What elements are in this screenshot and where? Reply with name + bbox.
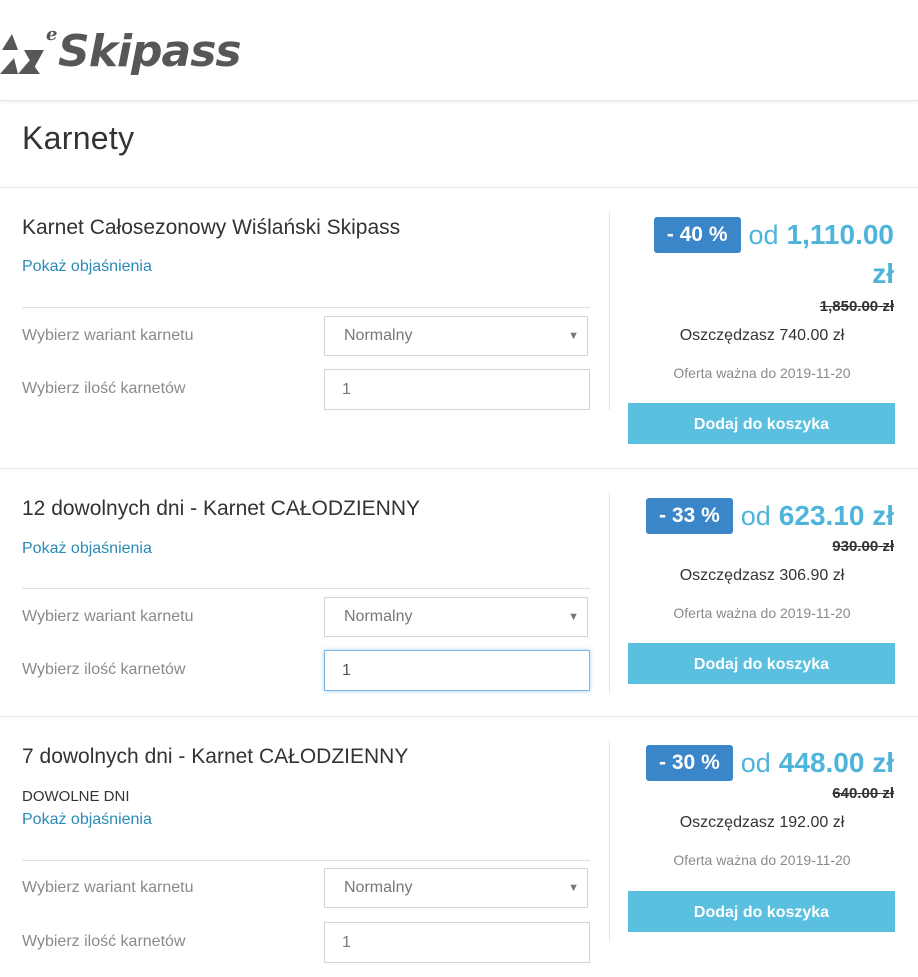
discount-badge: - 40 % <box>653 217 741 253</box>
site-header: e Skipass <box>0 0 918 101</box>
price-row: - 33 % od 623.10 zł <box>646 498 894 534</box>
add-to-cart-button[interactable]: Dodaj do koszyka <box>628 643 895 684</box>
variant-select[interactable]: Normalny ▼ <box>324 316 588 356</box>
add-to-cart-button[interactable]: Dodaj do koszyka <box>628 403 895 444</box>
discount-badge: - 33 % <box>646 498 733 534</box>
divider <box>609 493 610 693</box>
add-to-cart-button[interactable]: Dodaj do koszyka <box>628 891 895 932</box>
show-explanation-link[interactable]: Pokaż objaśnienia <box>22 540 152 558</box>
saving-text: Oszczędzasz 740.00 zł <box>679 327 845 344</box>
offer-valid-text: Oferta ważna do 2019-11-20 <box>673 365 851 381</box>
chevron-down-icon: ▼ <box>568 330 579 342</box>
quantity-input[interactable] <box>324 922 590 963</box>
divider <box>22 588 590 589</box>
divider <box>609 212 610 410</box>
discount-badge: - 30 % <box>646 745 733 781</box>
product-card: Karnet Całosezonowy Wiślański Skipass Po… <box>0 188 918 469</box>
quantity-label: Wybierz ilość karnetów <box>22 661 186 678</box>
logo[interactable]: e Skipass <box>0 20 242 84</box>
price-value: 623.10 zł <box>778 500 894 531</box>
quantity-label: Wybierz ilość karnetów <box>22 380 186 397</box>
product-subtitle: DOWOLNE DNI <box>22 788 130 805</box>
divider <box>22 307 590 308</box>
divider <box>609 741 610 941</box>
logo-prefix: e <box>46 24 58 45</box>
price-row: - 40 % od 1,110.00 <box>653 217 894 253</box>
product-name: 7 dowolnych dni - Karnet CAŁODZIENNY <box>22 745 409 768</box>
variant-select-value: Normalny <box>344 608 413 625</box>
logo-text: Skipass <box>58 26 242 77</box>
old-price: 1,850.00 zł <box>819 298 894 315</box>
price-value: 448.00 zł <box>778 747 894 778</box>
show-explanation-link[interactable]: Pokaż objaśnienia <box>22 258 152 276</box>
quantity-label: Wybierz ilość karnetów <box>22 933 186 950</box>
product-card: 12 dowolnych dni - Karnet CAŁODZIENNY Po… <box>0 469 918 717</box>
price-prefix: od <box>740 500 771 531</box>
quantity-input[interactable] <box>324 650 590 691</box>
quantity-input[interactable] <box>324 369 590 410</box>
old-price: 640.00 zł <box>832 785 894 802</box>
variant-select-value: Normalny <box>344 879 413 896</box>
show-explanation-link[interactable]: Pokaż objaśnienia <box>22 811 152 829</box>
variant-select[interactable]: Normalny ▼ <box>324 597 588 637</box>
variant-label: Wybierz wariant karnetu <box>22 879 194 896</box>
product-name: 12 dowolnych dni - Karnet CAŁODZIENNY <box>22 497 421 520</box>
product-name: Karnet Całosezonowy Wiślański Skipass <box>22 216 401 239</box>
saving-text: Oszczędzasz 192.00 zł <box>679 814 845 831</box>
variant-select[interactable]: Normalny ▼ <box>324 868 588 908</box>
price-prefix: od <box>748 219 779 250</box>
variant-label: Wybierz wariant karnetu <box>22 608 194 625</box>
chevron-down-icon: ▼ <box>568 882 579 894</box>
product-card: 7 dowolnych dni - Karnet CAŁODZIENNY DOW… <box>0 717 918 977</box>
page-title: Karnety <box>22 120 135 156</box>
offer-valid-text: Oferta ważna do 2019-11-20 <box>673 852 851 868</box>
saving-text: Oszczędzasz 306.90 zł <box>679 567 845 584</box>
old-price: 930.00 zł <box>832 538 894 555</box>
offer-valid-text: Oferta ważna do 2019-11-20 <box>673 605 851 621</box>
divider <box>22 860 590 861</box>
price-currency: zł <box>872 258 894 289</box>
variant-label: Wybierz wariant karnetu <box>22 327 194 344</box>
price-row: - 30 % od 448.00 zł <box>646 745 894 781</box>
variant-select-value: Normalny <box>344 327 413 344</box>
price-value: 1,110.00 <box>786 219 894 250</box>
chevron-down-icon: ▼ <box>568 611 579 623</box>
price-prefix: od <box>740 747 771 778</box>
